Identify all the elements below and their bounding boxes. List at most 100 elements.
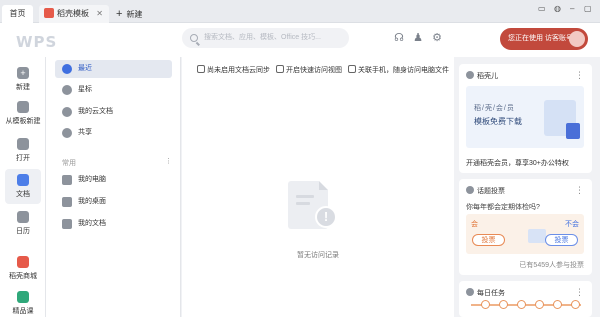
vote-no-label: 不会 xyxy=(565,221,579,228)
task-day-dot[interactable] xyxy=(481,300,490,309)
rail-label: 稻壳商城 xyxy=(9,273,37,280)
section-label: 常用 xyxy=(62,160,76,167)
tab-home[interactable]: 首页 xyxy=(2,5,33,23)
sidebar-item-label: 共享 xyxy=(78,129,92,136)
rail-label: 打开 xyxy=(16,155,30,162)
member-banner[interactable]: 稻/壳/会/员 模板免费下载 xyxy=(466,86,584,148)
more-icon[interactable]: ⋮ xyxy=(575,287,584,298)
empty-state-text: 暂无访问记录 xyxy=(297,252,339,259)
avatar xyxy=(569,31,585,47)
phone-icon xyxy=(348,65,356,73)
daoke-icon xyxy=(466,71,474,79)
cloud-icon xyxy=(197,65,205,73)
rail-label: 精品课 xyxy=(12,308,34,315)
folder-icon xyxy=(62,219,72,229)
window-layout-icon[interactable]: ▭ xyxy=(538,4,546,13)
new-tab-button[interactable]: + 新建 xyxy=(114,5,154,23)
avatar-small-icon[interactable]: ◍ xyxy=(554,4,561,13)
clock-icon xyxy=(62,64,72,74)
tab-template[interactable]: 稻壳模板 ✕ xyxy=(39,5,109,23)
cloud-icon xyxy=(62,107,72,117)
gear-icon[interactable]: ⚙ xyxy=(431,32,443,44)
more-icon[interactable]: ⋮ xyxy=(575,70,584,81)
document-icon xyxy=(17,174,29,186)
rail-item-template[interactable]: 从模板新建 xyxy=(0,101,46,126)
exclamation-icon: ! xyxy=(315,206,337,228)
sidebar-item-desktop[interactable]: 我的桌面 xyxy=(55,193,172,211)
card-title: 稻壳儿 xyxy=(466,71,498,81)
maximize-icon[interactable]: ▢ xyxy=(584,4,592,13)
task-day-dot[interactable] xyxy=(535,300,544,309)
more-icon[interactable]: ⋮ xyxy=(575,185,584,196)
rail-item-new[interactable]: + 新建 xyxy=(0,67,46,92)
phone-link[interactable]: 关联手机，随身访问电脑文件 xyxy=(348,65,449,75)
banner-illustration xyxy=(544,100,580,139)
rail-label: 新建 xyxy=(16,84,30,91)
sidebar-item-label: 最近 xyxy=(78,65,92,72)
sidebar-item-my-documents[interactable]: 我的文档 xyxy=(55,215,172,233)
vote-yes-button[interactable]: 投票 xyxy=(472,234,505,246)
minimize-icon[interactable]: – xyxy=(570,4,574,13)
tab-template-label: 稻壳模板 xyxy=(57,9,89,18)
task-day-dot[interactable] xyxy=(553,300,562,309)
cloud-sync-link[interactable]: 尚未启用文档云同步 xyxy=(197,65,270,75)
sidebar-item-label: 我的文档 xyxy=(78,220,106,227)
sidebar-item-my-computer[interactable]: 我的电脑 xyxy=(55,171,172,189)
rail-item-course[interactable]: 精品课 xyxy=(0,291,46,316)
user-account-button[interactable]: 您正在使用 访客账号 xyxy=(500,28,588,50)
quick-access-link[interactable]: 开启快速访问视图 xyxy=(276,65,342,75)
star-icon xyxy=(62,85,72,95)
rail-label: 日历 xyxy=(16,228,30,235)
card-title-text: 每日任务 xyxy=(477,290,505,297)
banner-line1: 稻/壳/会/员 xyxy=(474,105,515,112)
rail-item-document[interactable]: 文档 xyxy=(5,169,41,204)
task-day-dot[interactable] xyxy=(517,300,526,309)
template-icon xyxy=(17,101,29,113)
rail-item-calendar[interactable]: 日历 xyxy=(0,211,46,236)
vote-yes-label: 会 xyxy=(471,221,478,228)
skin-icon[interactable]: ♟ xyxy=(412,32,424,44)
empty-state-icon: ! xyxy=(288,181,337,231)
rail-item-open[interactable]: 打开 xyxy=(0,138,46,163)
calendar-icon xyxy=(17,211,29,223)
search-input[interactable]: 搜索文档、应用、模板、Office 技巧... xyxy=(182,28,349,48)
sidebar-item-label: 我的云文档 xyxy=(78,108,113,115)
vote-question: 你每年都会定期体检吗? xyxy=(466,204,540,211)
search-icon xyxy=(190,34,198,42)
card-title-text: 话题投票 xyxy=(477,188,505,195)
wps-logo: WPS xyxy=(16,33,58,51)
more-icon[interactable]: ⋮ xyxy=(165,157,172,165)
sidebar-item-label: 我的桌面 xyxy=(78,198,106,205)
close-tab-icon[interactable]: ✕ xyxy=(96,5,103,23)
desktop-icon xyxy=(62,197,72,207)
sidebar-item-label: 星标 xyxy=(78,86,92,93)
user-status-text: 您正在使用 访客账号 xyxy=(508,35,573,42)
sidebar-section-common: 常用 ⋮ xyxy=(62,158,172,168)
vote-participants: 已有5459人参与投票 xyxy=(519,262,584,269)
sidebar-item-label: 我的电脑 xyxy=(78,176,106,183)
card-title: 每日任务 xyxy=(466,288,505,298)
daily-task-card: 每日任务 ⋮ xyxy=(459,281,592,317)
sidebar-item-recent[interactable]: 最近 xyxy=(55,60,172,78)
member-promo-text[interactable]: 开通稻壳会员，尊享30+办公特权 xyxy=(466,158,569,168)
sidebar-item-shared[interactable]: 共享 xyxy=(55,124,172,142)
sidebar-item-starred[interactable]: 星标 xyxy=(55,81,172,99)
plus-icon: + xyxy=(17,67,29,79)
header: WPS 搜索文档、应用、模板、Office 技巧... ☊ ♟ ⚙ 您正在使用 … xyxy=(0,23,600,57)
rail-item-store[interactable]: 稻壳商城 xyxy=(0,256,46,281)
card-title-text: 稻壳儿 xyxy=(477,73,498,80)
main-content: 尚未启用文档云同步 开启快速访问视图 关联手机，随身访问电脑文件 ! 暂无访问记… xyxy=(182,57,454,317)
vote-icon xyxy=(466,186,474,194)
computer-icon xyxy=(62,175,72,185)
quick-label: 关联手机，随身访问电脑文件 xyxy=(358,67,449,74)
vote-box: 会 不会 投票 投票 xyxy=(466,214,584,254)
empty-line xyxy=(296,202,310,205)
banner-line2: 模板免费下载 xyxy=(474,117,522,126)
document-sidebar: 最近 星标 我的云文档 共享 常用 ⋮ 我的电脑 我的桌面 我的文档 xyxy=(46,57,181,317)
headset-icon[interactable]: ☊ xyxy=(393,32,405,44)
task-day-dot[interactable] xyxy=(571,300,580,309)
task-day-dot[interactable] xyxy=(499,300,508,309)
vote-no-button[interactable]: 投票 xyxy=(545,234,578,246)
sidebar-item-cloud[interactable]: 我的云文档 xyxy=(55,103,172,121)
quick-label: 开启快速访问视图 xyxy=(286,67,342,74)
